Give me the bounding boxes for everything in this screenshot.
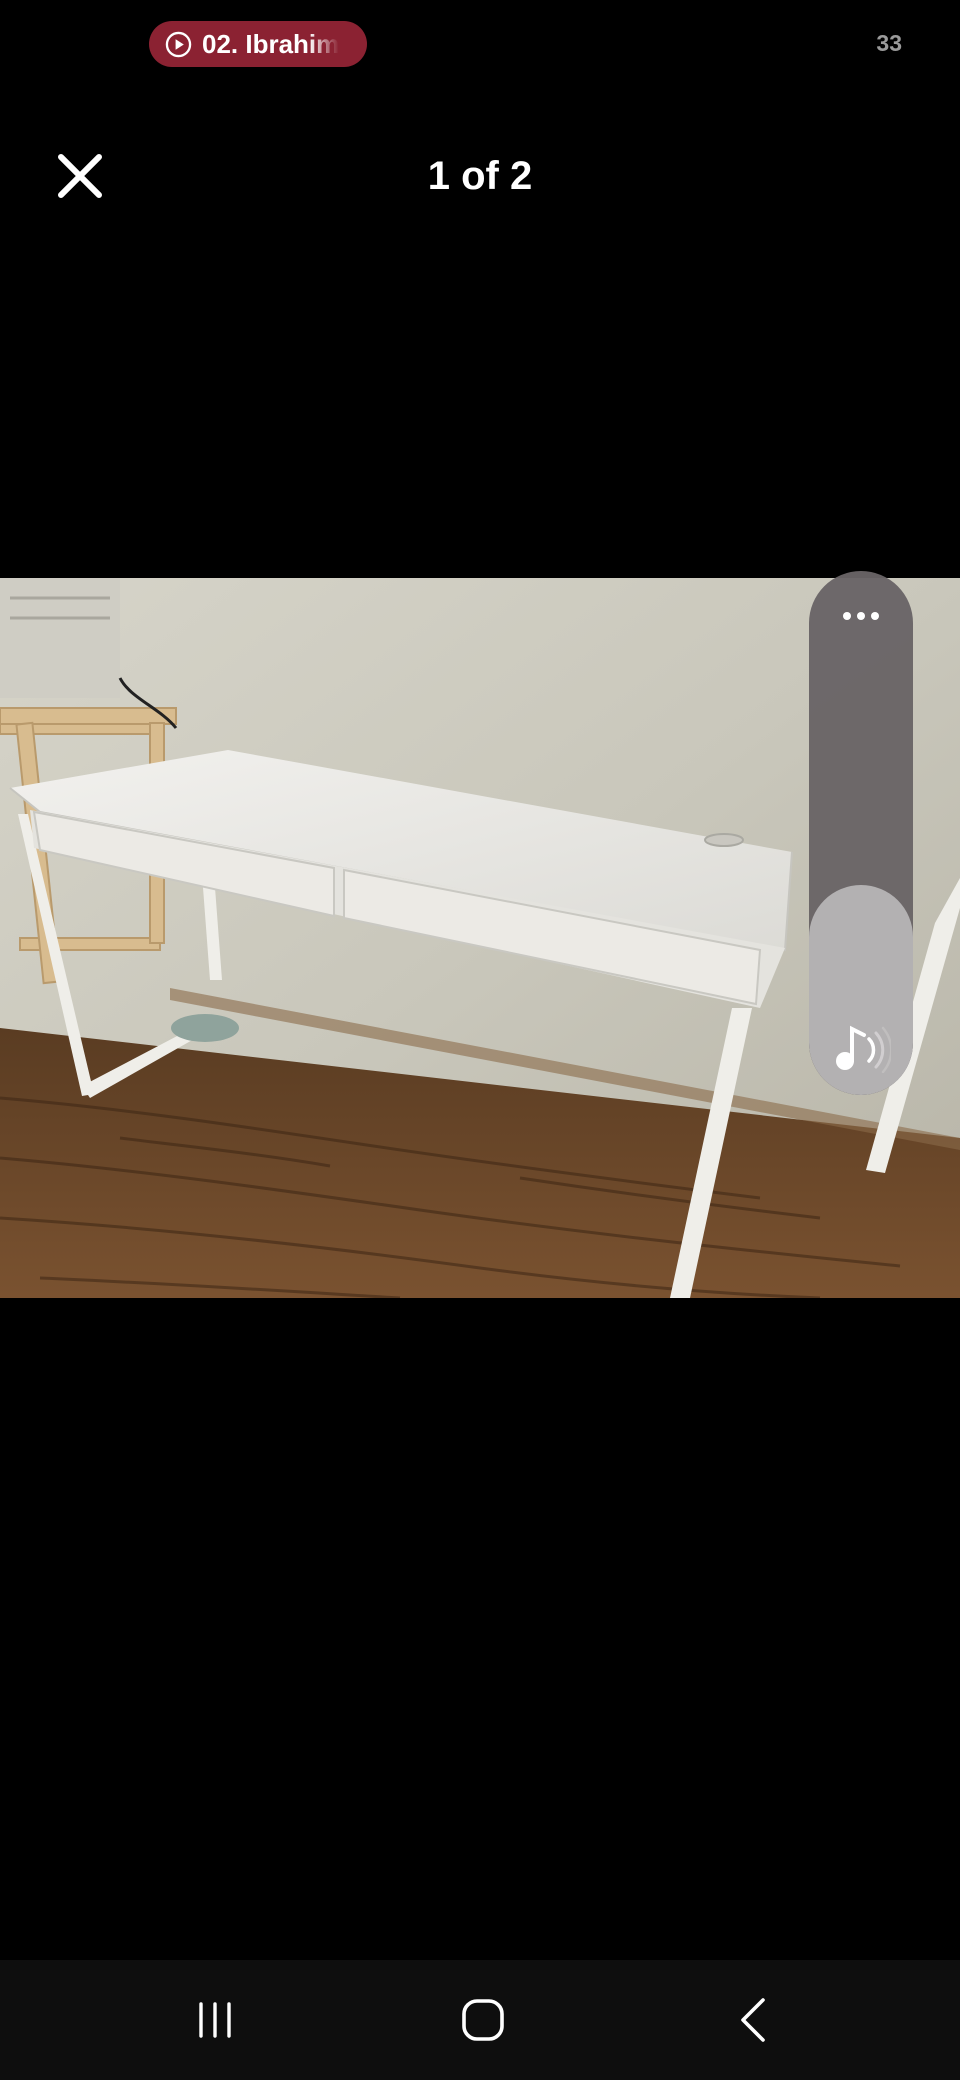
image-counter: 1 of 2: [427, 154, 533, 198]
media-title: 02. Ibrahim: [202, 28, 340, 59]
recent-apps-button[interactable]: [155, 1960, 275, 2080]
recent-apps-icon: [199, 2002, 231, 2038]
back-icon: [741, 1998, 765, 2042]
back-button[interactable]: [693, 1960, 813, 2080]
navigation-bar: [0, 1960, 960, 2080]
status-count: 33: [876, 30, 902, 56]
home-icon: [462, 1999, 504, 2041]
status-bar: 02. Ibrahim 33: [0, 0, 960, 88]
media-playback-pill[interactable]: 02. Ibrahim: [149, 21, 367, 67]
more-horizontal-icon: [843, 612, 879, 620]
volume-more-button[interactable]: [809, 571, 913, 661]
music-volume-icon: [836, 1025, 891, 1073]
home-button[interactable]: [423, 1960, 543, 2080]
volume-panel[interactable]: [809, 571, 913, 1095]
play-circle-icon: [165, 31, 192, 57]
photo-viewer-screen: 02. Ibrahim 33 1 of 2: [0, 0, 960, 2080]
